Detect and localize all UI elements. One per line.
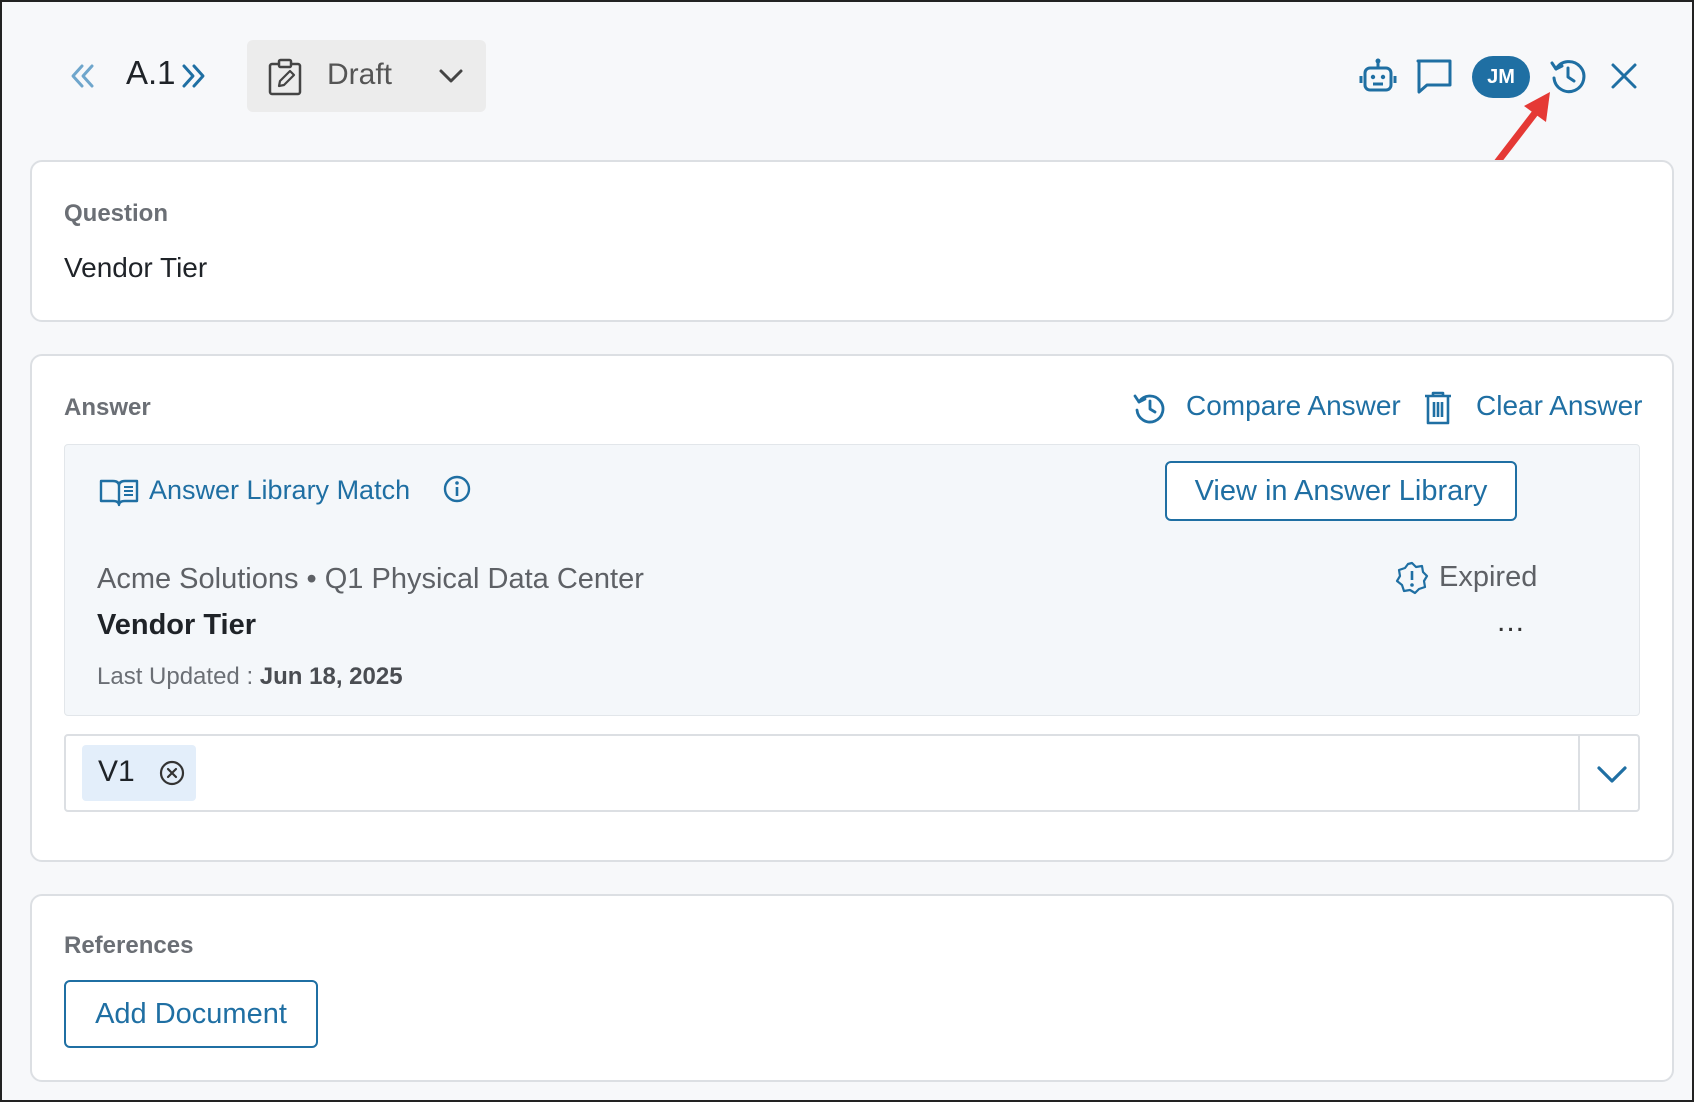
robot-icon — [1359, 58, 1397, 92]
select-divider — [1578, 736, 1580, 810]
status-dropdown[interactable]: Draft — [247, 40, 486, 112]
question-id: A.1 — [126, 54, 176, 91]
answer-library-match: Answer Library Match View in Answer Libr… — [64, 444, 1640, 716]
answer-card: Answer Compare Answer Clear Answer Answe… — [30, 354, 1674, 862]
view-in-answer-library-button[interactable]: View in Answer Library — [1165, 461, 1517, 521]
expired-label: Expired — [1439, 561, 1538, 593]
match-source: Acme Solutions • Q1 Physical Data Center — [97, 563, 644, 595]
references-section-title: References — [64, 932, 194, 959]
compare-answer-label: Compare Answer — [1186, 390, 1401, 421]
clear-answer-button[interactable]: Clear Answer — [1422, 390, 1643, 425]
answer-library-match-heading: Answer Library Match — [99, 475, 471, 507]
status-label: Draft — [327, 58, 393, 91]
chevron-down-icon — [439, 69, 463, 83]
alert-badge-icon — [1395, 561, 1429, 595]
answer-section-title: Answer — [64, 394, 151, 421]
previous-question-button[interactable] — [64, 58, 100, 94]
question-text: Vendor Tier — [64, 252, 208, 283]
chevron-down-icon[interactable] — [1594, 760, 1630, 788]
close-button[interactable] — [1606, 58, 1642, 94]
answer-select[interactable]: V1 — [64, 734, 1640, 812]
add-document-button[interactable]: Add Document — [64, 980, 318, 1048]
info-icon[interactable] — [443, 475, 471, 503]
match-title: Vendor Tier — [97, 609, 257, 641]
compare-answer-button[interactable]: Compare Answer — [1132, 390, 1401, 424]
history-icon — [1133, 394, 1165, 424]
question-section-title: Question — [64, 200, 169, 227]
selected-value-chip: V1 — [82, 745, 196, 801]
comment-icon — [1416, 59, 1452, 94]
top-bar: A.1 Draft JM — [62, 40, 1642, 112]
open-book-icon — [99, 479, 139, 507]
match-heading-label: Answer Library Match — [149, 475, 411, 505]
clear-answer-label: Clear Answer — [1476, 390, 1643, 421]
chip-label: V1 — [98, 755, 135, 788]
last-updated-date: Jun 18, 2025 — [259, 663, 403, 690]
next-question-button[interactable] — [176, 58, 212, 94]
more-options-button[interactable]: ... — [1497, 605, 1525, 639]
close-icon — [1611, 63, 1637, 89]
trash-icon — [1425, 391, 1451, 425]
last-updated-label: Last Updated : — [97, 663, 254, 690]
remove-chip-icon[interactable] — [158, 759, 186, 787]
clipboard-edit-icon — [268, 58, 302, 96]
last-updated: Last Updated : Jun 18, 2025 — [97, 663, 403, 691]
ai-assistant-button[interactable] — [1358, 56, 1398, 96]
comments-button[interactable] — [1414, 56, 1454, 96]
expired-badge: Expired — [1395, 561, 1538, 595]
question-detail-panel: A.1 Draft JM Question Vendor Tier Answer… — [0, 0, 1694, 1102]
references-card: References Add Document — [30, 894, 1674, 1082]
double-chevron-left-icon — [71, 64, 94, 88]
question-card: Question Vendor Tier — [30, 160, 1674, 322]
double-chevron-right-icon — [182, 64, 205, 88]
